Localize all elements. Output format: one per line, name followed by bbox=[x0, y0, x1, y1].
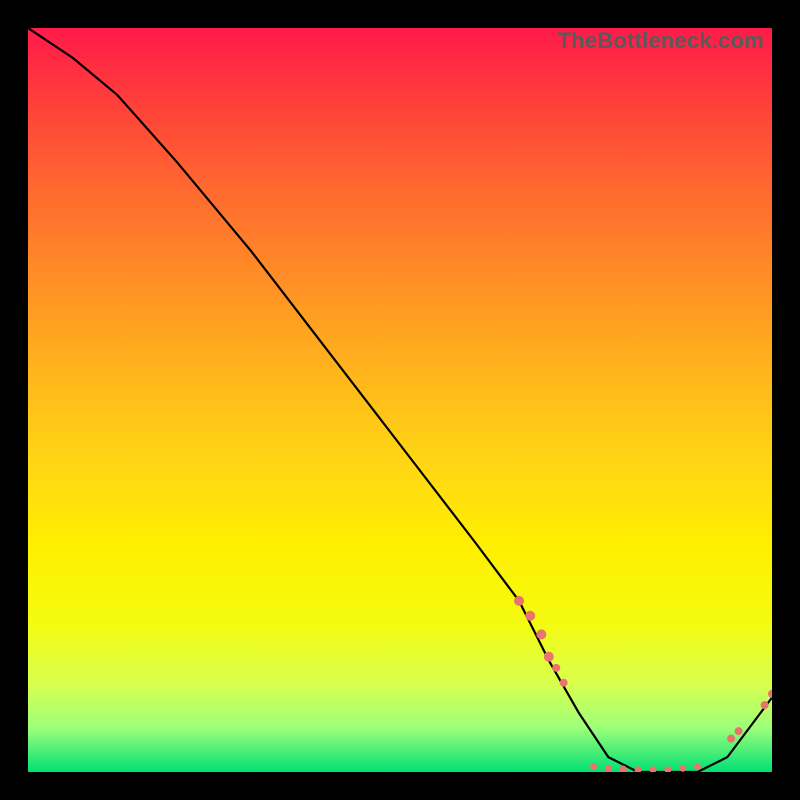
data-point bbox=[664, 766, 671, 772]
bottleneck-curve-path bbox=[28, 28, 772, 772]
chart-svg bbox=[28, 28, 772, 772]
data-point bbox=[514, 596, 524, 606]
data-point bbox=[605, 765, 612, 772]
data-point bbox=[590, 763, 597, 770]
data-point bbox=[649, 766, 656, 772]
data-point bbox=[635, 766, 642, 772]
data-point bbox=[768, 690, 772, 698]
data-point bbox=[525, 611, 535, 621]
data-point bbox=[544, 652, 554, 662]
data-point bbox=[694, 763, 701, 770]
data-point bbox=[560, 679, 568, 687]
chart-frame: TheBottleneck.com bbox=[0, 0, 800, 800]
data-markers bbox=[514, 596, 772, 772]
data-point bbox=[735, 727, 743, 735]
curve-line bbox=[28, 28, 772, 772]
data-point bbox=[761, 701, 769, 709]
data-point bbox=[552, 664, 560, 672]
data-point bbox=[536, 629, 546, 639]
plot-area: TheBottleneck.com bbox=[28, 28, 772, 772]
data-point bbox=[727, 735, 735, 743]
data-point bbox=[679, 765, 686, 772]
